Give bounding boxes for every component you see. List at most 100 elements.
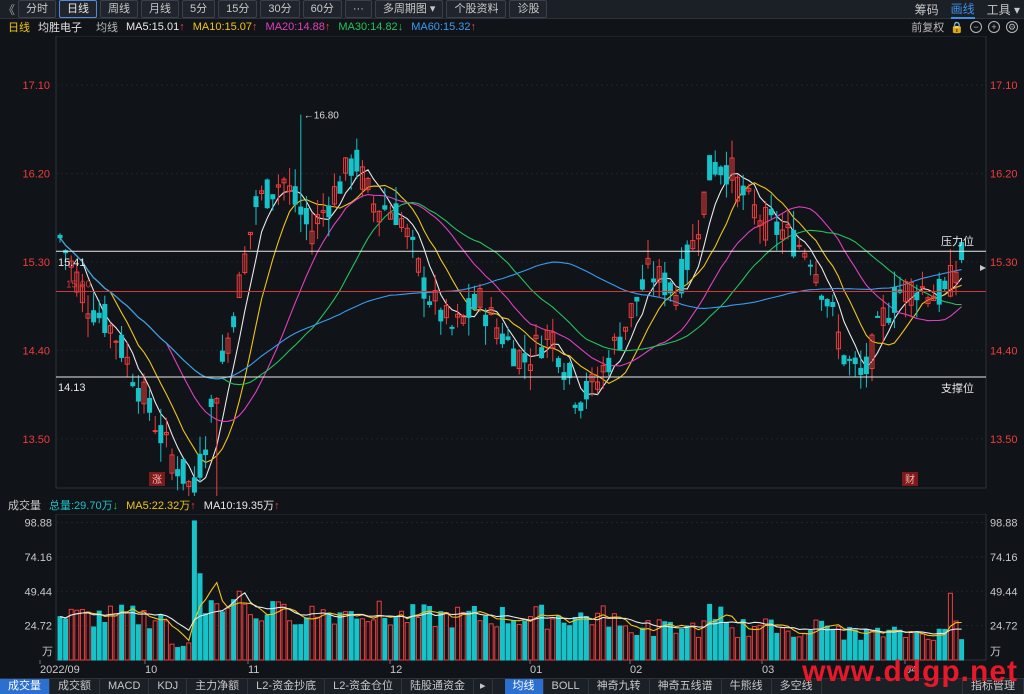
candle[interactable] bbox=[567, 361, 573, 385]
candle[interactable] bbox=[841, 354, 847, 367]
candle[interactable] bbox=[555, 356, 561, 373]
candle[interactable] bbox=[824, 298, 830, 318]
candle[interactable] bbox=[707, 155, 713, 181]
candle[interactable] bbox=[740, 174, 746, 211]
rise-badge[interactable]: 涨 bbox=[152, 474, 162, 486]
candle[interactable] bbox=[634, 296, 640, 317]
candle[interactable] bbox=[511, 340, 517, 367]
indicator-tab-5[interactable]: L2-资金抄底 bbox=[248, 679, 326, 694]
candle[interactable] bbox=[751, 189, 757, 225]
candle[interactable] bbox=[494, 318, 500, 345]
candle[interactable] bbox=[953, 260, 959, 296]
candle[interactable] bbox=[191, 466, 197, 496]
candle[interactable] bbox=[651, 261, 657, 296]
minus-icon[interactable]: − bbox=[970, 21, 982, 33]
candle[interactable] bbox=[942, 276, 948, 292]
candle[interactable] bbox=[309, 212, 315, 255]
lock-icon[interactable]: 🔒 bbox=[950, 21, 964, 34]
candle[interactable] bbox=[113, 339, 119, 360]
period-tab-6[interactable]: 30分 bbox=[260, 0, 300, 18]
candle[interactable] bbox=[483, 308, 489, 345]
candle[interactable] bbox=[684, 240, 690, 284]
candle[interactable] bbox=[247, 231, 253, 250]
candle[interactable] bbox=[365, 176, 371, 193]
candle[interactable] bbox=[242, 246, 248, 275]
indicator-tab-7[interactable]: 陆股通资金 bbox=[402, 679, 474, 694]
candle[interactable] bbox=[690, 223, 696, 251]
candle[interactable] bbox=[522, 334, 528, 380]
candle[interactable] bbox=[119, 326, 125, 363]
candle[interactable] bbox=[219, 334, 225, 365]
candle[interactable] bbox=[673, 285, 679, 311]
candle[interactable] bbox=[443, 298, 449, 325]
candle[interactable] bbox=[539, 335, 545, 359]
candle[interactable] bbox=[253, 190, 259, 225]
candle[interactable] bbox=[718, 165, 724, 185]
indicator-tab-6[interactable]: L2-资金仓位 bbox=[325, 679, 402, 694]
candle[interactable] bbox=[404, 223, 410, 249]
overlay-tab-1[interactable]: BOLL bbox=[544, 679, 589, 694]
period-tab-4[interactable]: 5分 bbox=[182, 0, 216, 18]
indicator-tab-4[interactable]: 主力净额 bbox=[187, 679, 249, 694]
candle[interactable] bbox=[270, 194, 276, 211]
candle[interactable] bbox=[208, 394, 214, 423]
indicator-tab-2[interactable]: MACD bbox=[100, 679, 150, 694]
candle[interactable] bbox=[236, 271, 242, 299]
back-icon[interactable]: 《 bbox=[0, 1, 18, 18]
candle[interactable] bbox=[264, 178, 270, 210]
overlay-tab-4[interactable]: 牛熊线 bbox=[722, 679, 772, 694]
overlay-tab-2[interactable]: 神奇九转 bbox=[589, 679, 650, 694]
candle[interactable] bbox=[835, 314, 841, 360]
candle[interactable] bbox=[852, 351, 858, 377]
candle[interactable] bbox=[729, 140, 735, 194]
tabs-next-icon[interactable]: ▸ bbox=[474, 679, 493, 694]
candle[interactable] bbox=[712, 150, 718, 177]
period-tab-7[interactable]: 60分 bbox=[302, 0, 342, 18]
candle[interactable] bbox=[225, 332, 231, 363]
candle[interactable] bbox=[645, 240, 651, 269]
candle[interactable] bbox=[679, 247, 685, 298]
indicator-tab-0[interactable]: 成交量 bbox=[0, 679, 50, 694]
candle[interactable] bbox=[527, 348, 533, 391]
candle[interactable] bbox=[628, 303, 634, 328]
multi-period-button[interactable]: 多周期图 ▾ bbox=[374, 0, 444, 18]
candle[interactable] bbox=[516, 348, 522, 375]
candle[interactable] bbox=[85, 295, 91, 338]
candle[interactable] bbox=[875, 311, 881, 318]
period-tab-1[interactable]: 日线 bbox=[59, 0, 97, 18]
adjust-select[interactable]: 前复权 bbox=[911, 19, 944, 35]
candle[interactable] bbox=[533, 324, 539, 357]
candle[interactable] bbox=[130, 373, 136, 388]
candle[interactable] bbox=[124, 342, 130, 378]
candle[interactable] bbox=[583, 372, 589, 410]
candle[interactable] bbox=[623, 326, 629, 340]
candle[interactable] bbox=[281, 176, 287, 201]
candle[interactable] bbox=[891, 271, 897, 329]
candle[interactable] bbox=[550, 318, 556, 362]
candle[interactable] bbox=[606, 350, 612, 377]
candle[interactable] bbox=[813, 261, 819, 287]
candle[interactable] bbox=[471, 285, 477, 311]
candle[interactable] bbox=[197, 436, 203, 483]
candle[interactable] bbox=[847, 355, 853, 376]
candle[interactable] bbox=[499, 322, 505, 348]
candle[interactable] bbox=[455, 303, 461, 328]
stock-info-button[interactable]: 个股资料 bbox=[446, 0, 507, 18]
candle[interactable] bbox=[158, 408, 164, 462]
toolbar-right-2[interactable]: 工具 ▾ bbox=[987, 1, 1020, 18]
candle[interactable] bbox=[639, 264, 645, 291]
candle[interactable] bbox=[578, 400, 584, 419]
candle[interactable] bbox=[96, 300, 102, 324]
candle[interactable] bbox=[695, 220, 701, 256]
candle[interactable] bbox=[863, 342, 869, 388]
indicator-type[interactable]: 均线 bbox=[96, 19, 118, 35]
candle[interactable] bbox=[147, 389, 153, 421]
candle[interactable] bbox=[57, 233, 63, 243]
candle[interactable] bbox=[589, 367, 595, 397]
candle[interactable] bbox=[438, 307, 444, 335]
overlay-tab-0[interactable]: 均线 bbox=[504, 679, 544, 694]
candle[interactable] bbox=[359, 160, 365, 198]
candle[interactable] bbox=[572, 402, 578, 414]
diagnose-button[interactable]: 诊股 bbox=[509, 0, 548, 18]
period-tab-0[interactable]: 分时 bbox=[18, 0, 56, 18]
